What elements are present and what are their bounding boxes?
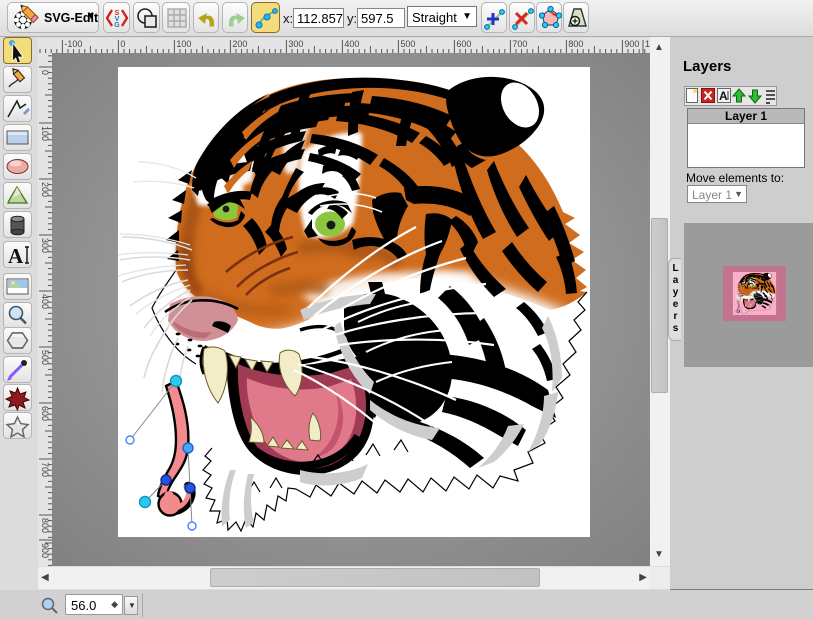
- svg-text:G: G: [114, 22, 120, 29]
- svg-text:A: A: [719, 89, 728, 103]
- svg-text:300: 300: [288, 39, 303, 49]
- svg-text:400: 400: [344, 39, 359, 49]
- svg-text:700: 700: [512, 39, 527, 49]
- svg-text:900: 900: [624, 39, 639, 49]
- svg-text:800: 800: [568, 39, 583, 49]
- svg-text:-100: -100: [64, 39, 82, 49]
- svg-text:100: 100: [176, 39, 191, 49]
- svg-text:A: A: [8, 244, 24, 268]
- svg-text:500: 500: [400, 39, 415, 49]
- svg-text:900: 900: [40, 543, 50, 558]
- svg-text:0: 0: [120, 39, 125, 49]
- svg-text:600: 600: [456, 39, 471, 49]
- svg-text:200: 200: [232, 39, 247, 49]
